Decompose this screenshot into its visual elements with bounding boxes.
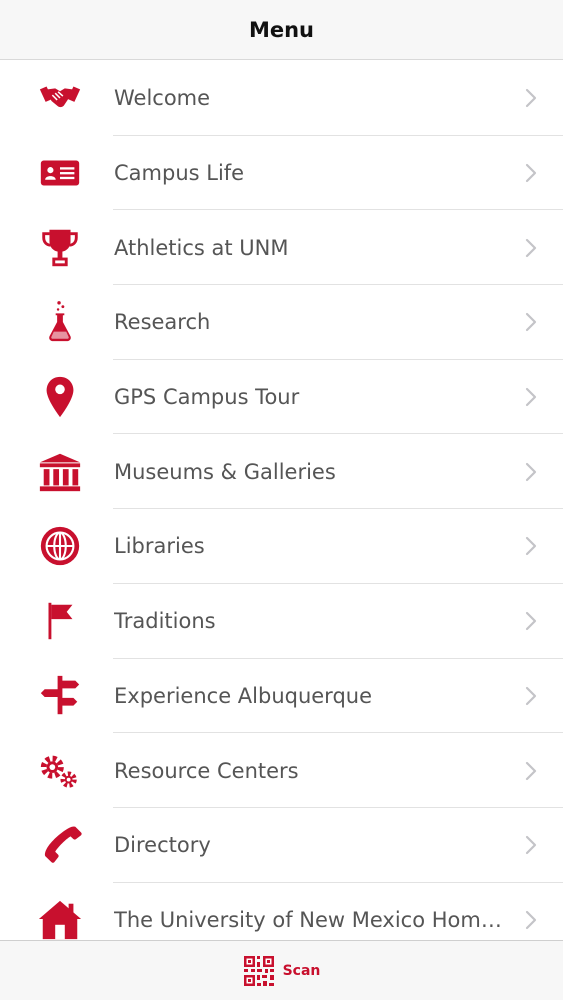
home-icon [36,896,84,944]
menu-item-label: Experience Albuquerque [114,683,373,708]
menu-item-label: Campus Life [114,161,245,186]
menu-item-label: Welcome [114,86,211,111]
chevron-right-icon [525,536,537,556]
scan-tab[interactable]: Scan [243,955,321,987]
qr-code-icon [243,955,275,987]
menu-item-museums-galleries[interactable]: Museums & Galleries [0,434,563,509]
chevron-right-icon [525,238,537,258]
navigation-bar: Menu [0,0,563,60]
chevron-right-icon [525,462,537,482]
menu-item-label: Resource Centers [114,758,299,783]
menu-item-label: Traditions [114,609,216,634]
menu-item-traditions[interactable]: Traditions [0,584,563,659]
menu-item-libraries[interactable]: Libraries [0,509,563,584]
chevron-right-icon [525,910,537,930]
menu-item-label: GPS Campus Tour [114,385,300,410]
menu-item-campus-life[interactable]: Campus Life [0,136,563,211]
phone-icon [36,821,84,869]
chevron-right-icon [525,761,537,781]
menu-item-label: Athletics at UNM [114,235,289,260]
menu-item-research[interactable]: Research [0,285,563,360]
globe-icon [36,522,84,570]
menu-item-experience-albuquerque[interactable]: Experience Albuquerque [0,659,563,734]
menu-item-label: The University of New Mexico Home... [114,907,513,932]
chevron-right-icon [525,686,537,706]
chevron-right-icon [525,88,537,108]
signpost-icon [36,672,84,720]
chevron-right-icon [525,387,537,407]
menu-item-label: Research [114,310,211,335]
chevron-right-icon [525,163,537,183]
menu-item-gps-campus-tour[interactable]: GPS Campus Tour [0,360,563,435]
menu-item-directory[interactable]: Directory [0,808,563,883]
handshake-icon [36,74,84,122]
tab-bar: Scan [0,940,563,1000]
page-title: Menu [248,17,315,42]
menu-item-label: Libraries [114,534,205,559]
chevron-right-icon [525,312,537,332]
flag-icon [36,597,84,645]
chevron-right-icon [525,611,537,631]
scan-tab-label: Scan [282,962,321,979]
museum-icon [36,448,84,496]
menu-item-athletics[interactable]: Athletics at UNM [0,210,563,285]
gears-icon [36,747,84,795]
flask-icon [36,298,84,346]
id-card-icon [36,149,84,197]
menu-item-label: Museums & Galleries [114,459,336,484]
map-pin-icon [36,373,84,421]
menu-list: Welcome Campus Life Athletics at UNM Res… [0,61,563,957]
chevron-right-icon [525,835,537,855]
trophy-icon [36,224,84,272]
menu-item-resource-centers[interactable]: Resource Centers [0,733,563,808]
menu-item-label: Directory [114,833,211,858]
menu-item-welcome[interactable]: Welcome [0,61,563,136]
